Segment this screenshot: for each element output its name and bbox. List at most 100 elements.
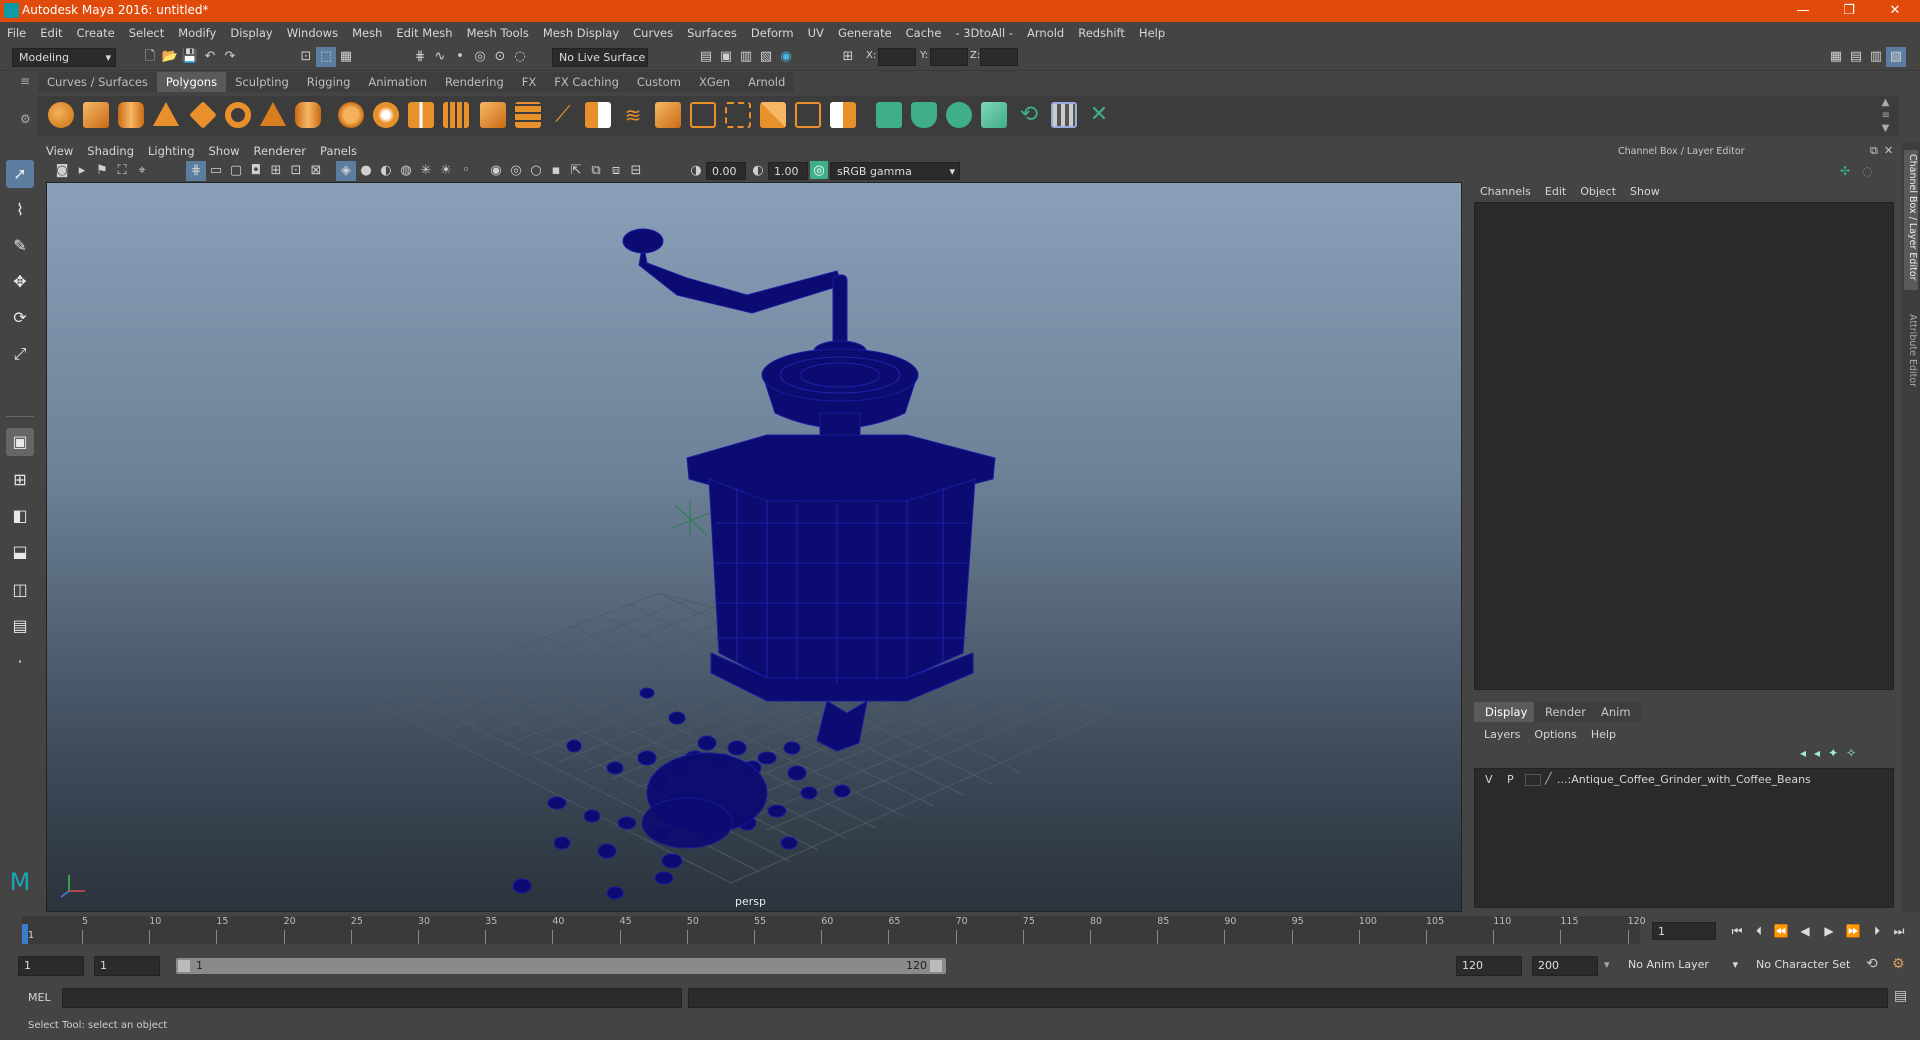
character-set-dropdown[interactable]: No Character Set [1750, 956, 1866, 975]
quad-draw-icon[interactable] [690, 102, 716, 128]
view-transform-dropdown[interactable]: sRGB gamma ▾ [830, 162, 960, 180]
undo-icon[interactable]: ↶ [200, 47, 220, 67]
safe-action-icon[interactable]: ⊡ [286, 161, 306, 181]
close-panel-icon[interactable]: ✕ [1884, 144, 1893, 157]
bridge-icon[interactable] [585, 102, 611, 128]
select-object-icon[interactable]: ⬚ [316, 47, 336, 67]
uv-editor-icon[interactable]: ⟲ [1016, 102, 1042, 128]
render-frame-icon[interactable]: ▣ [716, 47, 736, 67]
layer-tab-anim[interactable]: Anim [1590, 702, 1642, 722]
poly-pyramid-icon[interactable] [260, 102, 286, 126]
move-layer-up-icon[interactable]: ◂ [1800, 746, 1806, 760]
snap-grid-icon[interactable]: ⋕ [410, 47, 430, 67]
scene-start-field[interactable]: 1 [18, 956, 84, 976]
shelf-tab-rigging[interactable]: Rigging [297, 72, 360, 92]
paint-select-tool-icon[interactable]: ✎ [6, 232, 34, 260]
menu-redshift[interactable]: Redshift [1071, 22, 1132, 44]
panel-menu-lighting[interactable]: Lighting [148, 144, 194, 158]
animation-preferences-icon[interactable]: ⚙ [1892, 956, 1905, 972]
command-language-label[interactable]: MEL [28, 991, 51, 1004]
close-button[interactable]: ✕ [1872, 1, 1918, 21]
two-d-pan-icon[interactable]: ⌖ [132, 161, 152, 181]
field-chart-icon[interactable]: ⊞ [266, 161, 286, 181]
z-coordinate-field[interactable] [980, 48, 1018, 66]
panel-menu-panels[interactable]: Panels [320, 144, 357, 158]
layer-color-swatch[interactable] [1525, 774, 1541, 786]
input-transform-icon[interactable]: ⊞ [838, 47, 858, 67]
shelf-settings-icon[interactable]: ⚙ [20, 112, 34, 132]
poly-torus-icon[interactable] [225, 102, 251, 128]
safe-title-icon[interactable]: ⊠ [306, 161, 326, 181]
isolate-select-icon[interactable]: ▪ [546, 161, 566, 181]
new-scene-icon[interactable]: 🗋 [140, 47, 160, 67]
menu-surfaces[interactable]: Surfaces [680, 22, 744, 44]
menu-curves[interactable]: Curves [626, 22, 680, 44]
move-layer-down-icon[interactable]: ◂ [1814, 746, 1820, 760]
chevron-down-icon[interactable]: ▾ [1604, 958, 1610, 971]
layer-visibility-toggle[interactable]: V [1485, 773, 1493, 786]
move-tool-icon[interactable]: ✥ [6, 268, 34, 296]
rotate-tool-icon[interactable]: ⟳ [6, 304, 34, 332]
fill-hole-icon[interactable] [655, 102, 681, 128]
menu-help[interactable]: Help [1132, 22, 1172, 44]
minimize-button[interactable]: — [1780, 1, 1826, 21]
shadows-icon[interactable]: ☀ [436, 161, 456, 181]
menu-arnold[interactable]: Arnold [1020, 22, 1071, 44]
persp-outliner-layout-icon[interactable]: ◧ [6, 502, 34, 530]
multisample-icon[interactable]: ◎ [506, 161, 526, 181]
extrude-icon[interactable] [515, 102, 541, 128]
select-hierarchy-icon[interactable]: ⊡ [296, 47, 316, 67]
extract-icon[interactable] [408, 102, 434, 128]
select-tool-icon[interactable]: ➚ [6, 160, 34, 188]
menu-deform[interactable]: Deform [744, 22, 801, 44]
step-forward-frame-icon[interactable]: ⏵ [1868, 922, 1886, 940]
shelf-tab-sculpting[interactable]: Sculpting [226, 72, 298, 92]
single-perspective-layout-icon[interactable]: ▣ [6, 428, 34, 456]
channel-menu-edit[interactable]: Edit [1545, 185, 1566, 198]
command-input[interactable] [62, 988, 682, 1008]
shelf-tab-xgen[interactable]: XGen [689, 72, 740, 92]
smooth-icon[interactable] [443, 102, 469, 128]
move-axis-icon[interactable]: ✣ [1840, 164, 1850, 178]
side-tab-attribute-editor[interactable]: Attribute Editor [1904, 310, 1918, 400]
channel-menu-object[interactable]: Object [1580, 185, 1616, 198]
range-start-handle[interactable] [178, 960, 190, 972]
range-slider[interactable]: 1 120 [176, 958, 946, 974]
new-layer-selected-icon[interactable]: ✧ [1846, 746, 1856, 760]
modeling-toolkit-icon[interactable]: ▦ [1826, 47, 1846, 67]
layer-row[interactable]: V P ╱ ...:Antique_Coffee_Grinder_with_Co… [1475, 771, 1893, 789]
snap-curve-icon[interactable]: ∿ [430, 47, 450, 67]
playback-start-field[interactable]: 1 [94, 956, 160, 976]
outliner-layout-icon[interactable]: ▤ [6, 612, 34, 640]
menu-mesh-tools[interactable]: Mesh Tools [460, 22, 536, 44]
shelf-scroll-icon[interactable]: ▲ ≡ ▼ [1882, 96, 1890, 135]
use-all-lights-icon[interactable]: ✳ [416, 161, 436, 181]
panel-menu-show[interactable]: Show [209, 144, 240, 158]
planar-map-icon[interactable] [876, 102, 902, 128]
menu-mesh[interactable]: Mesh [345, 22, 389, 44]
wireframe-on-shaded-icon[interactable]: ◐ [376, 161, 396, 181]
target-weld-icon[interactable] [725, 102, 751, 128]
textured-icon[interactable]: ◍ [396, 161, 416, 181]
redo-icon[interactable]: ↷ [220, 47, 240, 67]
menu-select[interactable]: Select [122, 22, 171, 44]
side-tab-channel-box[interactable]: Channel Box / Layer Editor [1904, 150, 1918, 290]
menu-windows[interactable]: Windows [280, 22, 345, 44]
menu-edit-mesh[interactable]: Edit Mesh [389, 22, 459, 44]
live-surface-field[interactable]: No Live Surface [552, 48, 648, 67]
gamma-icon[interactable]: ◐ [748, 161, 768, 181]
menu-modify[interactable]: Modify [171, 22, 223, 44]
channel-box-icon[interactable]: ▧ [1886, 47, 1906, 67]
render-view-icon[interactable]: ▧ [756, 47, 776, 67]
wireframe-icon[interactable]: ◈ [336, 161, 356, 181]
channel-menu-channels[interactable]: Channels [1480, 185, 1531, 198]
play-backwards-icon[interactable]: ◀ [1796, 922, 1814, 940]
y-coordinate-field[interactable] [930, 48, 968, 66]
select-camera-icon[interactable]: ◙ [52, 161, 72, 181]
combine-icon[interactable] [338, 102, 364, 128]
snap-view-icon[interactable]: ⊙ [490, 47, 510, 67]
poly-sphere-icon[interactable] [48, 102, 74, 128]
layer-tab-display[interactable]: Display [1474, 702, 1539, 722]
shelf-tab-animation[interactable]: Animation [359, 72, 437, 92]
unfold-icon[interactable]: ✕ [1086, 102, 1112, 128]
